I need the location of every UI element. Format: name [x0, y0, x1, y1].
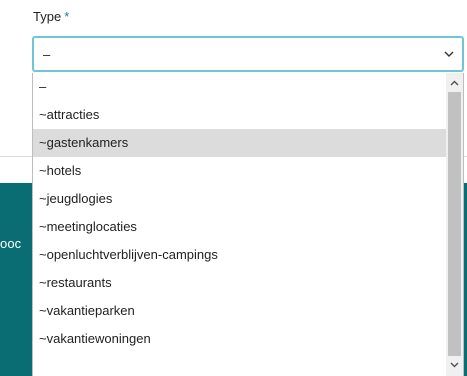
dropdown-scrollbar[interactable]	[446, 73, 463, 376]
scroll-down-icon[interactable]	[447, 357, 462, 372]
dropdown-options: – ~attracties ~gastenkamers ~hotels ~jeugdlo…	[33, 73, 447, 353]
banner-partial-text: ooc	[0, 236, 22, 251]
type-select[interactable]: –	[32, 36, 464, 72]
dropdown-option[interactable]: ~openluchtverblijven-campings	[33, 241, 447, 269]
chevron-down-icon	[444, 49, 454, 59]
dropdown-option[interactable]: ~restaurants	[33, 269, 447, 297]
required-marker: *	[64, 9, 70, 24]
dropdown-option[interactable]: –	[33, 73, 447, 101]
dropdown-option[interactable]: ~vakantieparken	[33, 297, 447, 325]
dropdown-option[interactable]: ~gastenkamers	[33, 129, 447, 157]
scroll-thumb[interactable]	[448, 92, 461, 356]
dropdown-option[interactable]: ~attracties	[33, 101, 447, 129]
type-select-value: –	[43, 46, 51, 62]
dropdown-option[interactable]: ~vakantiewoningen	[33, 325, 447, 353]
dropdown-option[interactable]: ~meetinglocaties	[33, 213, 447, 241]
page: ooc Type * – – ~attracties ~gastenkamers ~ho…	[0, 0, 467, 376]
scroll-up-icon[interactable]	[447, 75, 462, 90]
dropdown-option[interactable]: ~jeugdlogies	[33, 185, 447, 213]
type-dropdown-listbox[interactable]: – ~attracties ~gastenkamers ~hotels ~jeugdlo…	[32, 73, 464, 376]
type-field-label: Type *	[33, 9, 69, 24]
type-label-text: Type	[33, 9, 62, 24]
dropdown-option[interactable]: ~hotels	[33, 157, 447, 185]
